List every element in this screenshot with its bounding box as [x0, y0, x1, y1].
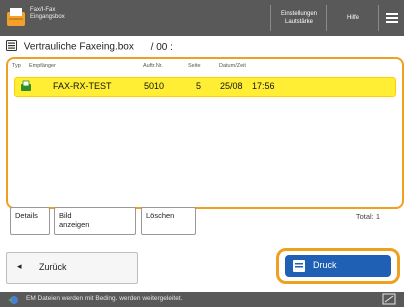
- app-title-line1: Fax/I-Fax: [30, 7, 56, 13]
- table-row[interactable]: FAX-RX-TEST 5010 5 25/08 17:56: [14, 77, 396, 97]
- delete-label: Löschen: [146, 211, 175, 220]
- print-icon: [291, 258, 307, 279]
- hamburger-menu-icon: [386, 11, 398, 25]
- left-arrow-icon: ◂: [17, 261, 22, 271]
- settings-volume-button[interactable]: Einstellungen Lautstärke: [270, 5, 327, 31]
- print-button-inner: Druck: [285, 255, 391, 277]
- col-header-page: Seite: [188, 63, 201, 69]
- box-title: Vertrauliche Faxeing.box / 00 :: [6, 40, 173, 54]
- print-button[interactable]: Druck: [276, 248, 400, 284]
- row-date: 25/08: [220, 81, 243, 91]
- col-header-datetime: Datum/Zeit: [219, 63, 246, 69]
- window-icon[interactable]: [382, 293, 396, 307]
- row-recipient: FAX-RX-TEST: [53, 81, 112, 91]
- row-job-no: 5010: [144, 81, 165, 91]
- back-label: Zurück: [39, 262, 67, 272]
- app-title: Fax/I-Fax Eingangsbox: [30, 7, 65, 21]
- view-image-label-line2: anzeigen: [59, 220, 90, 229]
- menu-button[interactable]: [378, 5, 404, 31]
- top-bar: Fax/I-Fax Eingangsbox Einstellungen Laut…: [0, 0, 404, 36]
- col-header-job-no: Auftr.Nr.: [143, 63, 163, 69]
- view-image-button[interactable]: Bild anzeigen: [54, 207, 136, 235]
- document-list[interactable]: Typ Empfänger Auftr.Nr. Seite Datum/Zeit…: [6, 57, 404, 209]
- print-label: Druck: [313, 260, 337, 270]
- col-header-recipient: Empfänger: [29, 63, 56, 69]
- confidential-box-icon: [6, 40, 17, 54]
- box-number: / 00 :: [150, 41, 173, 53]
- box-name: Vertrauliche Faxeing.box: [23, 41, 134, 53]
- status-bar: EM Dateien werden mit Beding. werden wei…: [0, 292, 404, 307]
- column-headers: Typ Empfänger Auftr.Nr. Seite Datum/Zeit: [8, 60, 402, 72]
- row-time: 17:56: [252, 81, 275, 91]
- col-header-type: Typ: [12, 63, 21, 69]
- inbox-icon: [6, 6, 26, 28]
- settings-label-line2: Lautstärke: [284, 19, 314, 25]
- fax-doc-icon: [20, 80, 32, 94]
- help-button[interactable]: Hilfe: [326, 5, 379, 31]
- app-title-line2: Eingangsbox: [30, 14, 65, 20]
- network-status-icon: [6, 294, 22, 307]
- view-image-label-line1: Bild: [59, 211, 72, 220]
- details-button[interactable]: Details: [10, 207, 50, 235]
- settings-label-line1: Einstellungen: [280, 11, 318, 17]
- status-message: EM Dateien werden mit Beding. werden wei…: [26, 295, 183, 302]
- navigation-row: ◂ Zurück Druck: [6, 248, 400, 284]
- row-pages: 5: [196, 81, 202, 91]
- action-bar: Details Bild anzeigen Löschen Total: 1: [6, 207, 400, 235]
- details-label: Details: [15, 211, 38, 220]
- total-count: Total: 1: [355, 212, 380, 221]
- help-label: Hilfe: [346, 15, 359, 21]
- back-button[interactable]: ◂ Zurück: [6, 252, 138, 284]
- delete-button[interactable]: Löschen: [141, 207, 196, 235]
